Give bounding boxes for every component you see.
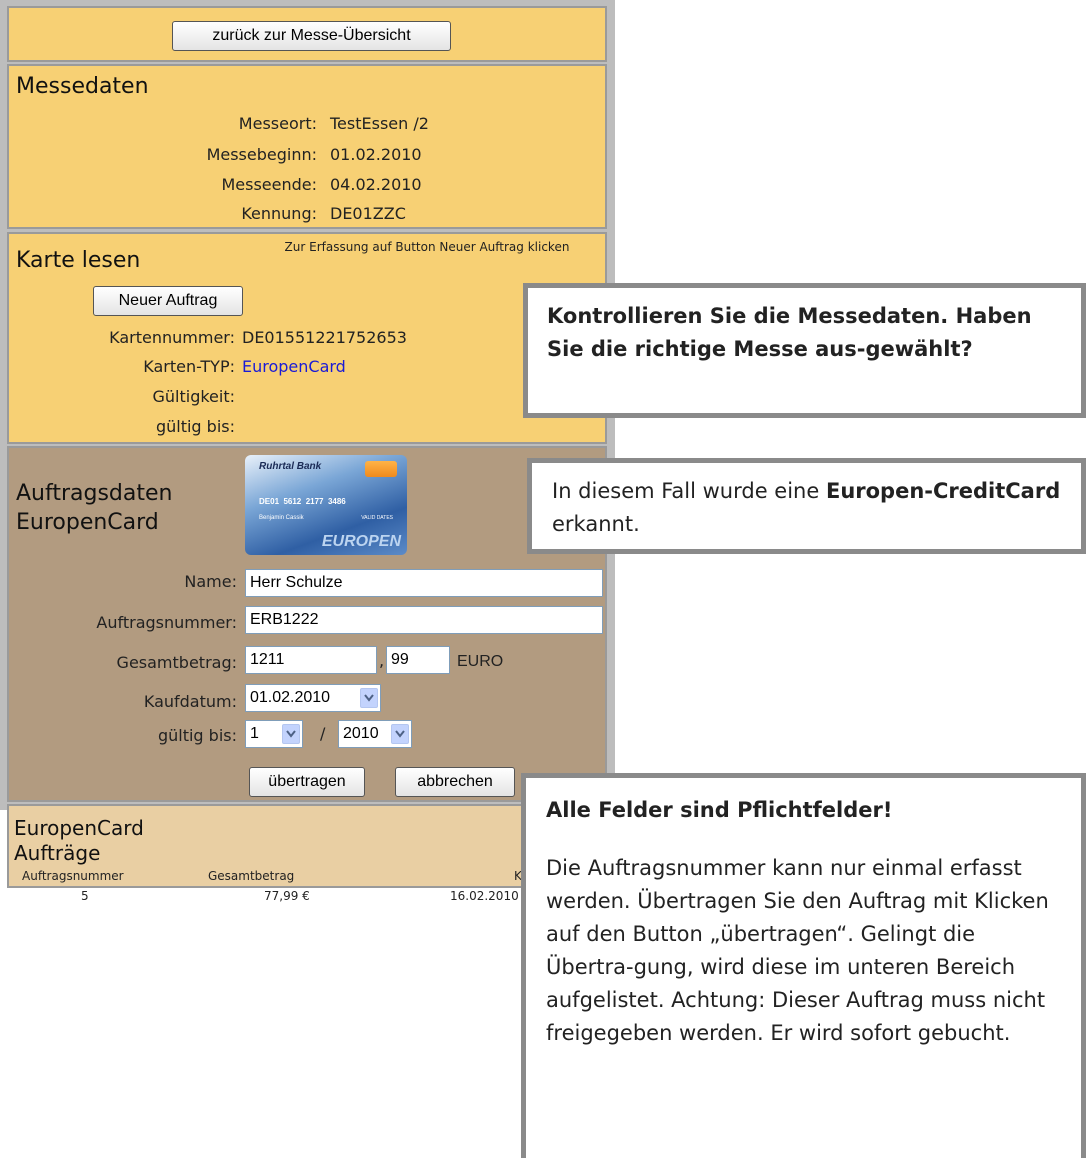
kaufdatum-value: 01.02.2010	[250, 689, 331, 706]
callout-card-type: In diesem Fall wurde eine Europen-Credit…	[527, 458, 1086, 554]
table-cell-betrag: 77,99 €	[264, 889, 310, 903]
kartennummer-label: Kartennummer:	[109, 328, 235, 347]
chevron-down-icon	[391, 724, 409, 744]
auftragsnummer-input[interactable]: ERB1222	[245, 606, 603, 634]
top-bar: zurück zur Messe-Übersicht	[7, 6, 607, 62]
messeort-value: TestEssen /2	[330, 114, 429, 133]
kaufdatum-label: Kaufdatum:	[143, 692, 237, 711]
callout-messedaten: Kontrollieren Sie die Messedaten. Haben …	[523, 283, 1086, 418]
kartentyp-value: EuropenCard	[242, 357, 346, 376]
card-brand: EUROPEN	[321, 533, 401, 550]
valid-month-select[interactable]: 1	[245, 720, 303, 748]
callout-messedaten-text: Kontrollieren Sie die Messedaten. Haben …	[547, 304, 1032, 361]
column-header-auftragsnummer: Auftragsnummer	[22, 869, 124, 883]
auftraege-subtitle: Aufträge	[14, 841, 101, 865]
card-bank-name: Ruhrtal Bank	[259, 461, 322, 472]
betrag-comma: ,	[379, 651, 385, 670]
cancel-button[interactable]: abbrechen	[395, 767, 515, 797]
messeende-value: 04.02.2010	[330, 175, 422, 194]
karte-panel: Karte lesen Zur Erfassung auf Button Neu…	[7, 232, 607, 444]
back-to-overview-button[interactable]: zurück zur Messe-Übersicht	[172, 21, 451, 51]
valid-year-value: 2010	[343, 725, 379, 742]
callout-pflichtfelder: Alle Felder sind Pflichtfelder! Die Auft…	[521, 773, 1086, 1158]
auftragsdaten-subtitle: EuropenCard	[16, 510, 159, 535]
messedaten-title: Messedaten	[16, 74, 149, 99]
gesamtbetrag-label: Gesamtbetrag:	[116, 653, 237, 672]
chevron-down-icon	[360, 688, 378, 708]
kennung-value: DE01ZZC	[330, 204, 406, 223]
callout-card-type-text: In diesem Fall wurde eine Europen-Credit…	[552, 475, 1072, 541]
table-cell-nr: 5	[81, 889, 89, 903]
kartennummer-value: DE01551221752653	[242, 328, 407, 347]
callout-card-type-bold: Europen-CreditCard	[825, 479, 1061, 503]
card-valid-label: VALID DATES	[361, 515, 393, 521]
valid-year-select[interactable]: 2010	[338, 720, 412, 748]
betrag-euro-input[interactable]: 1211	[245, 646, 377, 674]
messebeginn-label: Messebeginn:	[206, 145, 317, 164]
kartentyp-label: Karten-TYP:	[143, 357, 235, 376]
submit-button[interactable]: übertragen	[249, 767, 365, 797]
valid-separator: /	[320, 724, 326, 743]
gueltig-bis-label: gültig bis:	[155, 417, 235, 436]
card-number: DE01 5612 2177 3486	[259, 497, 346, 506]
credit-card-image: Ruhrtal Bank DE01 5612 2177 3486 Benjami…	[245, 455, 407, 555]
kennung-label: Kennung:	[241, 204, 317, 223]
card-logo-icon	[365, 461, 397, 477]
column-header-gesamtbetrag: Gesamtbetrag	[208, 869, 295, 883]
kaufdatum-select[interactable]: 01.02.2010	[245, 684, 381, 712]
karte-hint: Zur Erfassung auf Button Neuer Auftrag k…	[284, 240, 570, 254]
messedaten-panel: Messedaten Messeort: TestEssen /2 Messeb…	[7, 64, 607, 229]
name-label: Name:	[184, 572, 237, 591]
betrag-cent-input[interactable]: 99	[386, 646, 450, 674]
new-order-button[interactable]: Neuer Auftrag	[93, 286, 243, 316]
auftraege-title: EuropenCard	[14, 816, 144, 840]
auftragsdaten-title: Auftragsdaten	[16, 481, 173, 506]
table-cell-datum: 16.02.2010	[450, 889, 519, 903]
chevron-down-icon	[282, 724, 300, 744]
messeende-label: Messeende:	[221, 175, 317, 194]
card-holder: Benjamin Cassik	[259, 515, 304, 521]
callout-pflichtfelder-body: Die Auftragsnummer kann nur einmal erfas…	[546, 856, 1049, 1045]
messebeginn-value: 01.02.2010	[330, 145, 422, 164]
messeort-label: Messeort:	[238, 114, 317, 133]
valid-month-value: 1	[250, 725, 259, 742]
auftraege-panel: EuropenCard Aufträge Auftragsnummer Gesa…	[7, 804, 607, 903]
gueltigkeit-label: Gültigkeit:	[152, 387, 235, 406]
callout-card-type-suffix: erkannt.	[552, 512, 640, 536]
name-input[interactable]: Herr Schulze	[245, 569, 603, 597]
callout-card-type-prefix: In diesem Fall wurde eine	[552, 479, 826, 503]
auftragsnummer-label: Auftragsnummer:	[96, 613, 237, 632]
gueltig-bis-input-label: gültig bis:	[157, 726, 237, 745]
currency-label: EURO	[457, 653, 504, 670]
karte-title: Karte lesen	[16, 248, 141, 273]
callout-pflichtfelder-heading: Alle Felder sind Pflichtfelder!	[546, 798, 893, 822]
